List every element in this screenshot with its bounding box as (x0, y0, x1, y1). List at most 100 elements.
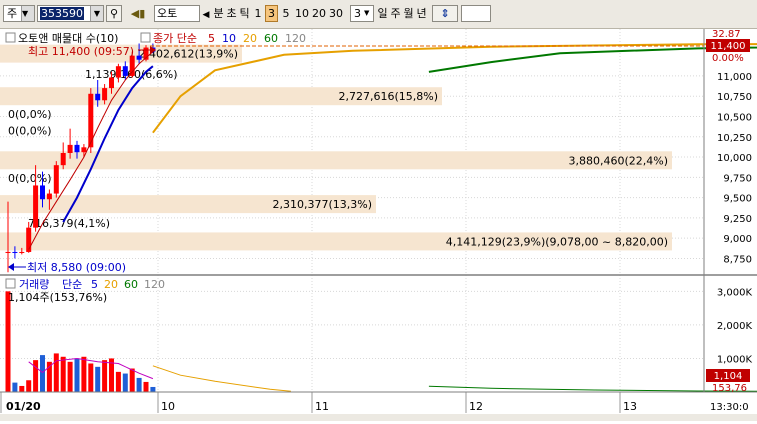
speaker-icon: ◀▮ (130, 7, 146, 20)
period-day-button[interactable]: 일 (376, 5, 389, 22)
interval-10-button[interactable]: 10 (294, 5, 310, 22)
candle-body (109, 77, 114, 89)
volume-current-text: 1,104주(153,76%) (8, 291, 107, 304)
current-volume-pct: 153,76 (712, 383, 747, 394)
horizontal-scrollbar[interactable] (0, 414, 757, 421)
candle-body (102, 88, 108, 101)
volume-bar (102, 360, 108, 392)
volume-bar (40, 355, 45, 392)
current-volume-tag: 1,104 (706, 369, 750, 382)
interval-1-button[interactable]: 1 (253, 5, 263, 22)
end-time-label: 13:30:0 (710, 402, 749, 413)
price-tick-label: 10,500 (717, 112, 752, 123)
scroll-left-button[interactable]: ◀ (201, 5, 211, 22)
volume-ma-20: 20 (104, 278, 118, 291)
volume-bar (26, 380, 32, 392)
chevron-down-icon: ▼ (90, 6, 103, 21)
updown-arrow-icon: ⇕ (440, 7, 450, 20)
time-tick-label: 10 (161, 400, 175, 413)
price-tick-label: 10,000 (717, 153, 752, 164)
stock-code-value: 353590 (40, 7, 84, 20)
ma-label: 종가 단순 (153, 32, 197, 45)
volume-bar (115, 371, 121, 392)
period-year-button[interactable]: 년 (415, 5, 428, 22)
interval-30-button[interactable]: 30 (328, 5, 344, 22)
volume-bar (53, 353, 59, 392)
volume-bar (60, 356, 66, 392)
price-tick-label: 9,250 (723, 214, 752, 225)
low-price-label: 최저 8,580 (09:00) (27, 261, 126, 274)
price-tick-label: 10,750 (717, 92, 752, 103)
candle-body (5, 251, 11, 253)
price-tick-label: 9,750 (723, 173, 752, 184)
current-volume-value: 1,104 (714, 371, 743, 382)
indicator-title: 오토앤 매물대 수(10) (18, 32, 118, 45)
unit-second-button[interactable]: 초 (225, 5, 238, 22)
top-axis-value: 32.87 (712, 29, 741, 40)
volume-ma-5: 5 (91, 278, 98, 291)
price-tick-label: 8,750 (723, 254, 752, 265)
period-week-button[interactable]: 주 (389, 5, 402, 22)
current-change-value: 0.00% (712, 53, 744, 64)
ma-period-10: 10 (222, 32, 236, 45)
candle-body (74, 144, 80, 153)
volume-profile-label: 0(0,0%) (8, 124, 52, 137)
volume-ma-120: 120 (144, 278, 165, 291)
volume-profile-label: 2,727,616(15,8%) (338, 90, 438, 103)
volume-bar (136, 377, 142, 392)
volume-profile-label: 3,880,460(22,4%) (568, 154, 668, 167)
candle-body (53, 165, 59, 194)
high-price-label: 최고 11,400 (09:57) (28, 45, 134, 58)
volume-bar (122, 373, 128, 392)
unit-minute-button[interactable]: 분 (212, 5, 225, 22)
candle-body (19, 251, 25, 253)
volume-ma-label: 단순 (62, 278, 82, 291)
legend-checkbox[interactable] (5, 278, 16, 289)
volume-bar (5, 291, 11, 392)
unit-tick-button[interactable]: 틱 (238, 5, 251, 22)
interval-20-button[interactable]: 20 (311, 5, 327, 22)
search-button[interactable]: ⚲ (106, 5, 122, 22)
ma-period-5: 5 (208, 32, 215, 45)
volume-title: 거래량 (19, 278, 49, 291)
time-tick-label: 13 (623, 400, 637, 413)
volume-bar (74, 358, 80, 392)
market-select[interactable]: 주 ▼ (3, 5, 35, 22)
stock-name-display: 오토 (154, 5, 200, 22)
sound-button[interactable]: ◀▮ (124, 5, 152, 22)
count-select[interactable]: 3 ▼ (350, 5, 374, 22)
candle-body (122, 66, 128, 76)
ma-period-60: 60 (264, 32, 278, 45)
count-select-value: 3 (354, 7, 361, 20)
vertical-scale-button[interactable]: ⇕ (432, 5, 458, 22)
candle-body (95, 93, 101, 101)
candle-body (60, 153, 66, 166)
price-volume-chart[interactable]: 2,402,612(13,9%)2,727,616(15,8%)3,880,46… (0, 29, 757, 421)
volume-tick-label: 2,000K (717, 321, 753, 332)
chevron-down-icon: ▼ (21, 6, 34, 21)
volume-bar (81, 356, 87, 392)
chevron-down-icon: ▼ (364, 9, 370, 17)
candle-body (40, 185, 45, 200)
interval-5-button[interactable]: 5 (281, 5, 291, 22)
interval-3-button[interactable]: 3 (265, 5, 278, 22)
volume-tick-label: 1,000K (717, 354, 753, 365)
chart-area[interactable]: 2,402,612(13,9%) 2,727,616(15,8%) 3,880,46… (0, 29, 757, 421)
stock-code-input[interactable]: 353590 ▼ (37, 5, 104, 22)
volume-profile-label: 0(0,0%) (8, 108, 52, 121)
current-price-tag: 11,400 (706, 39, 750, 52)
price-tick-label: 11,000 (717, 72, 752, 83)
current-price-value: 11,400 (711, 41, 746, 52)
stock-name-text: 오토 (157, 7, 178, 20)
candle-body (26, 227, 32, 252)
quantity-input[interactable] (461, 5, 491, 22)
legend-checkbox[interactable] (5, 32, 16, 43)
price-tick-label: 9,000 (723, 234, 752, 245)
candle-body (33, 185, 39, 228)
time-tick-label: 11 (315, 400, 329, 413)
volume-ma-60: 60 (124, 278, 138, 291)
volume-bar (67, 361, 73, 392)
legend-checkbox[interactable] (140, 32, 151, 43)
volume-bar (33, 360, 39, 392)
period-month-button[interactable]: 월 (402, 5, 415, 22)
